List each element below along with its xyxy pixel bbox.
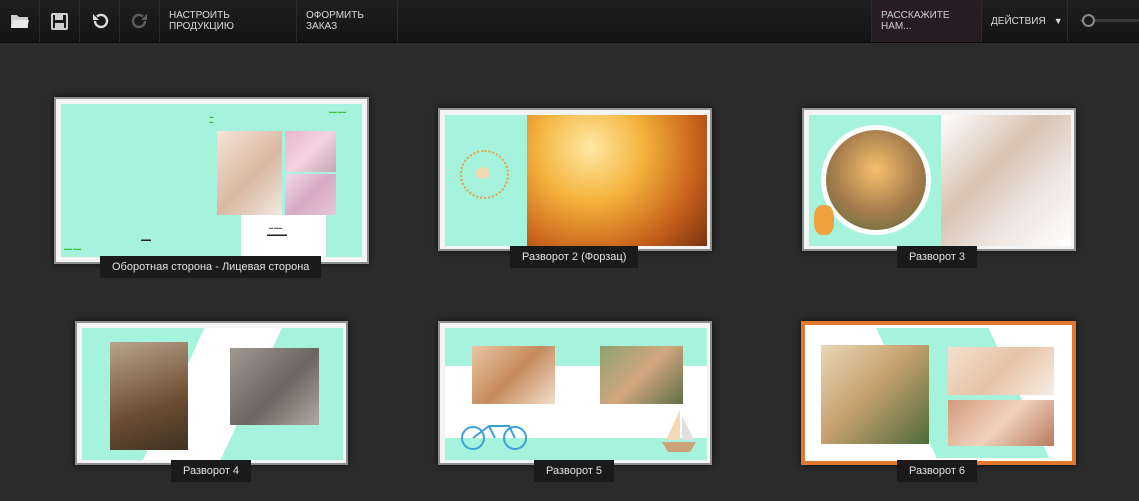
save-icon [51, 12, 68, 30]
photo-baby-playing [285, 174, 336, 215]
text-box: ▬ ▬▬ ▬▬▬▬ [241, 215, 326, 257]
spread-label: Разворот 6 [897, 460, 978, 482]
top-toolbar: НАСТРОИТЬ ПРОДУКЦИЮ ОФОРМИТЬ ЗАКАЗ РАССК… [0, 0, 1139, 43]
configure-product-button[interactable]: НАСТРОИТЬ ПРОДУКЦИЮ [160, 0, 297, 42]
green-caption: ▬▬ ▬▬ [64, 246, 82, 251]
spread-label: Оборотная сторона - Лицевая сторона [100, 256, 322, 278]
bird-ornament [476, 167, 490, 179]
photo-boy-walking [821, 345, 929, 444]
text-placeholder-line: ▬▬▬▬ [267, 232, 287, 238]
place-order-button[interactable]: ОФОРМИТЬ ЗАКАЗ [297, 0, 398, 42]
undo-icon [91, 12, 109, 30]
configure-product-label: НАСТРОИТЬ ПРОДУКЦИЮ [169, 10, 234, 32]
spread-label: Разворот 4 [171, 460, 252, 482]
spread-4[interactable] [75, 321, 348, 465]
spread-canvas [808, 328, 1069, 458]
text-placeholder-line: ▬ ▬▬ [269, 225, 283, 230]
redo-button[interactable] [120, 0, 160, 42]
undo-button[interactable] [80, 0, 120, 42]
photo-baby [217, 131, 282, 215]
spread-canvas [445, 328, 707, 460]
zoom-slider-handle[interactable] [1082, 14, 1095, 27]
photo-boy-aviator [230, 348, 319, 425]
photo-family [600, 346, 683, 404]
photo-girl-basket [826, 130, 926, 230]
feedback-button[interactable]: РАССКАЖИТЕ НАМ... [871, 0, 982, 42]
green-caption: ▬▬ [209, 114, 214, 124]
spread-canvas [82, 328, 343, 460]
spread-canvas [445, 115, 707, 246]
save-button[interactable] [40, 0, 80, 42]
spread-canvas [809, 115, 1071, 246]
photo-mother-baby [948, 400, 1054, 446]
photo-kids-glasses [472, 346, 555, 404]
spread-label: Разворот 3 [897, 246, 978, 268]
actions-dropdown[interactable]: ДЕЙСТВИЯ ▼ [982, 0, 1068, 42]
spread-label: Разворот 5 [534, 460, 615, 482]
spread-6[interactable] [801, 321, 1076, 465]
spread-2[interactable] [438, 108, 712, 251]
photo-girl-bubbles [527, 115, 707, 246]
open-folder-button[interactable] [0, 0, 40, 42]
bicycle-ornament [459, 420, 531, 450]
folder-open-icon [10, 13, 30, 29]
photo-boys-suitcase [110, 342, 188, 450]
place-order-label: ОФОРМИТЬ ЗАКАЗ [306, 10, 364, 32]
feedback-label: РАССКАЖИТЕ НАМ... [881, 10, 950, 32]
photo-baby-toys [285, 131, 336, 172]
cartoon-chick-ornament [814, 205, 834, 235]
actions-label: ДЕЙСТВИЯ [991, 15, 1046, 27]
spread-canvas: ▬▬ ▬▬ ▬▬ ▬▬ ▬ ▬▬ ▬▬▬▬ ▬▬ ▬▬ [61, 104, 362, 257]
photo-baby-flower-crown [948, 347, 1054, 395]
photo-girl-portrait [941, 115, 1071, 246]
spread-cover[interactable]: ▬▬ ▬▬ ▬▬ ▬▬ ▬ ▬▬ ▬▬▬▬ ▬▬ ▬▬ [54, 97, 369, 264]
text-placeholder-line: ▬▬ [141, 237, 151, 243]
spread-5[interactable] [438, 321, 712, 465]
spread-label: Разворот 2 (Форзац) [510, 246, 639, 268]
chevron-down-icon: ▼ [1053, 16, 1063, 26]
sailboat-ornament [660, 408, 698, 454]
spread-3[interactable] [802, 108, 1076, 251]
redo-icon [131, 12, 149, 30]
green-caption: ▬▬ ▬▬ [329, 109, 347, 114]
